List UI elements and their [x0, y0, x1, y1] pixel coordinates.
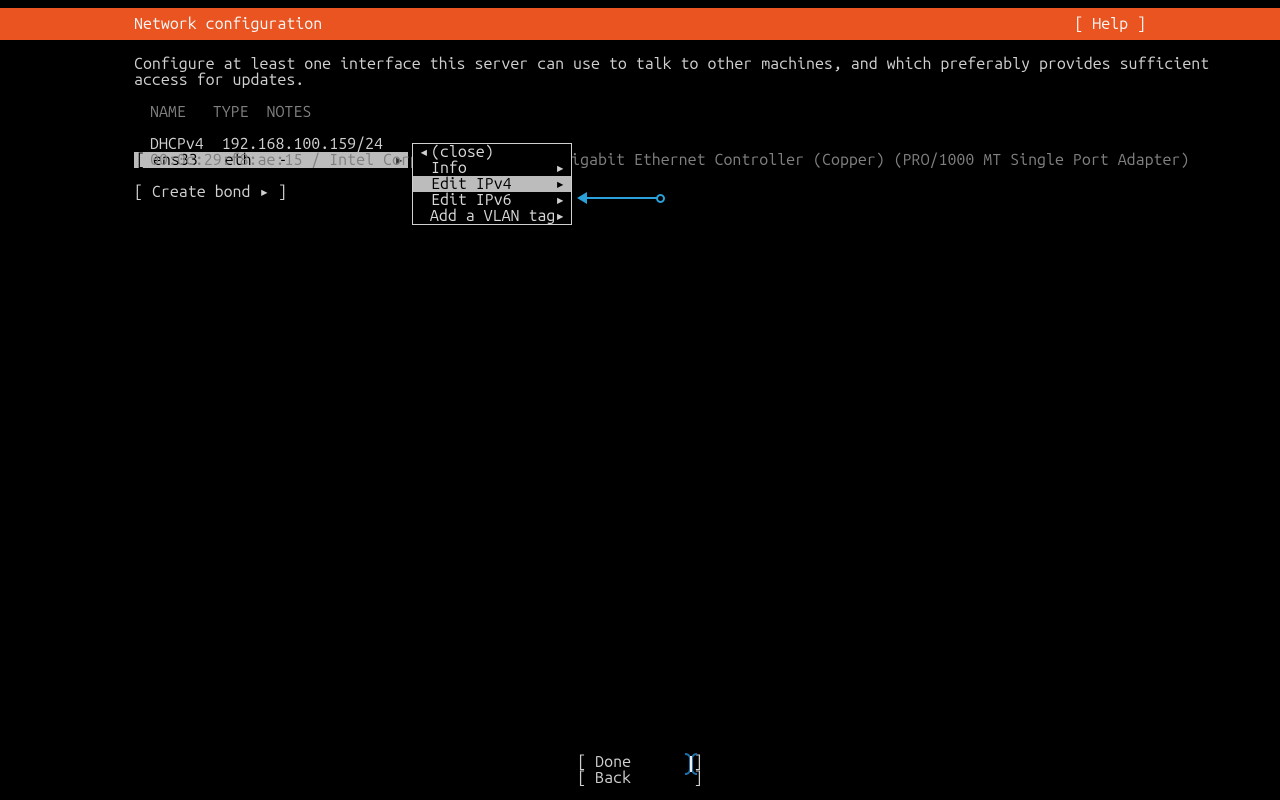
menu-item-close[interactable]: ◂ (close) [413, 144, 571, 160]
page-title: Network configuration [134, 16, 1074, 32]
interfaces-table: NAME TYPE NOTES [ ens33 eth - ▸ DHCPv4 1… [134, 104, 1146, 200]
right-triangle-icon: ▸ [555, 160, 565, 176]
menu-item-info[interactable]: Info ▸ [413, 160, 571, 176]
instruction-text: Configure at least one interface this se… [134, 56, 1146, 88]
footer: [ Done ] [ Back ] [0, 754, 1280, 786]
col-name: NAME [150, 103, 186, 121]
interface-context-menu: ◂ (close) Info ▸ Edit IPv4 ▸ Edit IPv6 ▸… [412, 143, 572, 225]
main-content: Configure at least one interface this se… [0, 40, 1280, 200]
menu-item-edit-ipv6[interactable]: Edit IPv6 ▸ [413, 192, 571, 208]
annotation-arrow-icon [577, 192, 665, 204]
right-triangle-icon: ▸ [555, 192, 565, 208]
menu-item-edit-ipv4[interactable]: Edit IPv4 ▸ [413, 176, 571, 192]
interface-row[interactable]: [ ens33 eth - ▸ [134, 120, 1146, 136]
right-triangle-icon: ▸ [555, 208, 565, 224]
col-notes: NOTES [267, 103, 312, 121]
interface-address-row: DHCPv4 192.168.100.159/24 [134, 136, 1146, 152]
table-header: NAME TYPE NOTES [134, 104, 1146, 120]
cursor-icon [682, 752, 700, 776]
interface-hardware-row: 00:0c:29:f8:ae:15 / Intel Corporation 82… [134, 152, 1146, 168]
left-triangle-icon: ◂ [419, 144, 431, 160]
col-type: TYPE [213, 103, 249, 121]
right-triangle-icon: ▸ [555, 176, 565, 192]
title-bar: Network configuration [ Help ] [0, 8, 1280, 40]
menu-item-add-vlan[interactable]: Add a VLAN tag ▸ [413, 208, 571, 224]
window-top-border [0, 0, 1280, 8]
help-button[interactable]: [ Help ] [1074, 16, 1146, 32]
left-bracket-icon: [ [134, 152, 145, 168]
